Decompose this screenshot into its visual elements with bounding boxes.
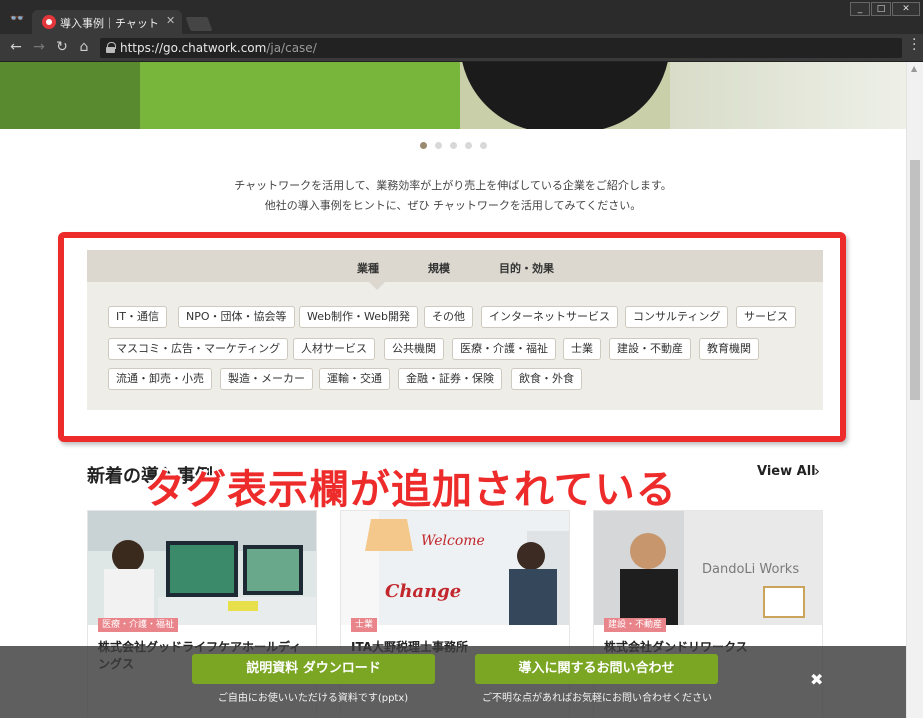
scroll-up-icon[interactable]: ▲	[911, 64, 917, 73]
tag-chip[interactable]: 金融・証券・保険	[398, 368, 502, 390]
carousel-dot[interactable]	[450, 142, 457, 149]
maximize-button[interactable]: □	[871, 2, 891, 16]
download-docs-caption: ご自由にお使いいただける資料です(pptx)	[217, 693, 409, 704]
tag-chip[interactable]: その他	[424, 306, 473, 328]
carousel-dot[interactable]	[465, 142, 472, 149]
case-category-badge: 士業	[351, 618, 378, 632]
close-window-button[interactable]: ✕	[892, 2, 920, 16]
hero-person	[460, 62, 670, 129]
carousel-dots	[420, 142, 490, 152]
page-scrollbar[interactable]: ▲	[906, 62, 923, 718]
reload-icon[interactable]: ↻	[54, 39, 70, 55]
download-docs-button[interactable]: 説明資料 ダウンロード	[192, 654, 435, 684]
incognito-icon: 👓	[9, 11, 25, 25]
forward-arrow-icon[interactable]: →	[31, 39, 47, 55]
tab-title: 導入事例｜チャットワーク	[60, 17, 160, 30]
contact-caption: ご不明な点があればお気軽にお問い合わせください	[482, 693, 712, 704]
url-path: /ja/case/	[266, 41, 317, 55]
chevron-right-icon[interactable]: ›	[814, 462, 820, 480]
tag-chip[interactable]: サービス	[736, 306, 796, 328]
address-bar[interactable]: https://go.chatwork.com/ja/case/	[100, 38, 902, 58]
carousel-dot[interactable]	[435, 142, 442, 149]
active-tab-pointer	[369, 282, 385, 290]
lock-icon	[106, 42, 116, 53]
tag-tab-bar: 業種 規模 目的・効果	[87, 250, 823, 282]
tag-chip[interactable]: 士業	[563, 338, 601, 360]
back-arrow-icon[interactable]: ←	[8, 39, 24, 55]
tag-chip[interactable]: 教育機関	[699, 338, 759, 360]
hero-bg-left	[0, 62, 140, 129]
tag-panel: 業種 規模 目的・効果 IT・通信 NPO・団体・協会等 Web制作・Web開発…	[87, 250, 823, 410]
tag-chip[interactable]: 運輸・交通	[319, 368, 390, 390]
change-sign-text: Change	[385, 581, 461, 602]
browser-tab[interactable]: 導入事例｜チャットワーク ✕	[32, 10, 182, 34]
tab-close-icon[interactable]: ✕	[166, 14, 175, 27]
intro-line-2: 他社の導入事例をヒントに、ぜひ チャットワークを活用してみてください。	[264, 199, 642, 212]
dandoli-logo-text: DandoLi Works	[702, 562, 799, 577]
close-icon[interactable]: ✖	[810, 670, 823, 689]
tag-chip[interactable]: 飲食・外食	[511, 368, 582, 390]
tab-purpose[interactable]: 目的・効果	[499, 260, 554, 276]
carousel-dot[interactable]	[420, 142, 427, 149]
tag-chip[interactable]: コンサルティング	[625, 306, 729, 328]
browser-tabstrip: 👓 導入事例｜チャットワーク ✕ _ □ ✕	[0, 0, 923, 34]
browser-menu-icon[interactable]: · · ·	[912, 33, 916, 57]
tag-chip[interactable]: 人材サービス	[293, 338, 375, 360]
tag-chip[interactable]: 流通・卸売・小売	[108, 368, 212, 390]
welcome-sign-text: Welcome	[421, 533, 485, 549]
scroll-thumb[interactable]	[910, 160, 920, 400]
tag-chip[interactable]: 建設・不動産	[609, 338, 691, 360]
tag-chip[interactable]: IT・通信	[108, 306, 167, 328]
chatwork-favicon-icon	[42, 15, 56, 29]
carousel-dot[interactable]	[480, 142, 487, 149]
tag-chip[interactable]: マスコミ・広告・マーケティング	[108, 338, 289, 360]
new-tab-button[interactable]	[185, 17, 213, 31]
case-card-image: DandoLi Works	[594, 511, 822, 625]
tag-chip[interactable]: 医療・介護・福祉	[452, 338, 556, 360]
hero-bg-green	[140, 62, 460, 129]
home-icon[interactable]: ⌂	[76, 39, 92, 55]
cta-banner: 説明資料 ダウンロード ご自由にお使いいただける資料です(pptx) 導入に関す…	[0, 646, 906, 718]
page-content: チャットワークを活用して、業務効率が上がり売上を伸ばしている企業をご紹介します。…	[0, 62, 906, 718]
view-all-link[interactable]: View All	[757, 464, 816, 479]
annotation-caption: タグ表示欄が追加されている	[145, 467, 677, 513]
case-category-badge: 建設・不動産	[604, 618, 667, 632]
browser-toolbar: ← → ↻ ⌂ https://go.chatwork.com/ja/case/…	[0, 33, 923, 62]
case-card-image: Welcome Change	[341, 511, 569, 625]
tag-chip[interactable]: 製造・メーカー	[220, 368, 313, 390]
hero-carousel-image[interactable]	[0, 62, 906, 129]
tag-chip[interactable]: Web制作・Web開発	[299, 306, 418, 328]
minimize-button[interactable]: _	[850, 2, 870, 16]
contact-button[interactable]: 導入に関するお問い合わせ	[475, 654, 718, 684]
tag-chip[interactable]: 公共機関	[384, 338, 444, 360]
case-category-badge: 医療・介護・福祉	[98, 618, 179, 632]
tab-size[interactable]: 規模	[428, 260, 450, 276]
intro-line-1: チャットワークを活用して、業務効率が上がり売上を伸ばしている企業をご紹介します。	[234, 179, 672, 192]
hero-bg-right	[670, 62, 906, 129]
tag-chip[interactable]: インターネットサービス	[481, 306, 618, 328]
url-base: https://go.chatwork.com	[120, 41, 267, 55]
tab-industry[interactable]: 業種	[357, 260, 379, 276]
case-card-image	[88, 511, 316, 625]
tag-chip[interactable]: NPO・団体・協会等	[178, 306, 295, 328]
